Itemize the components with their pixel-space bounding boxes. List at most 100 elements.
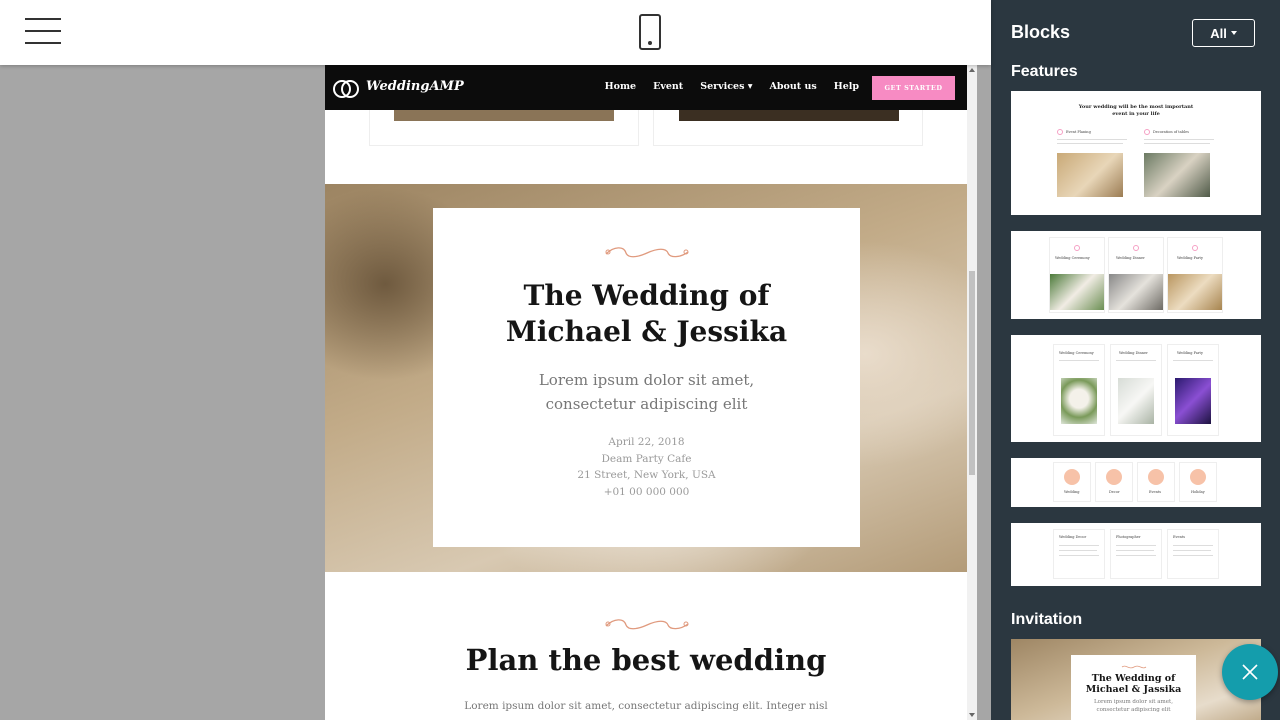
- thumb-label: Photographer: [1116, 535, 1141, 539]
- thumb-label: Wedding Dinner: [1116, 256, 1145, 260]
- close-blocks-button[interactable]: [1222, 644, 1278, 700]
- nav-link-help[interactable]: Help: [834, 81, 859, 92]
- event-venue: Deam Party Cafe: [601, 452, 692, 465]
- editor-canvas-background: [0, 65, 325, 720]
- block-thumbnail[interactable]: Your wedding will be the most important …: [1011, 91, 1261, 215]
- hamburger-icon[interactable]: [25, 18, 61, 44]
- flourish-ornament-icon: [1121, 665, 1146, 669]
- feature-card-image: [394, 110, 614, 121]
- plan-section-title: Plan the best wedding: [465, 643, 827, 677]
- site-preview: WeddingAMP Home Event Services ▾ About u…: [325, 65, 967, 720]
- feature-card-image: [679, 110, 899, 121]
- thumb-text-line: [1116, 555, 1156, 556]
- thumb-photo: [1144, 153, 1210, 197]
- heart-icon: [1057, 129, 1063, 135]
- thumb-label: Event Planing: [1066, 130, 1091, 134]
- block-thumbnail[interactable]: Wedding Ceremony Wedding Dinner Wedding …: [1011, 335, 1261, 442]
- get-started-button[interactable]: GET STARTED: [872, 76, 955, 100]
- thumb-text-line: [1116, 545, 1156, 546]
- mobile-phone-icon[interactable]: [639, 14, 661, 50]
- star-icon: [1144, 129, 1150, 135]
- thumb-text-line: [1059, 545, 1099, 546]
- thumb-subtitle-line: consectetur adipiscing elit: [1096, 706, 1171, 713]
- scroll-down-arrow-icon[interactable]: [969, 713, 975, 717]
- thumb-text-line: [1144, 139, 1214, 140]
- thumb-label: Wedding: [1064, 490, 1080, 494]
- brush-icon: [1106, 469, 1122, 485]
- site-nav-links: Home Event Services ▾ About us Help: [605, 81, 859, 92]
- editor-toolbar: [0, 0, 991, 65]
- calendar-icon: [1148, 469, 1164, 485]
- event-date: April 22, 2018: [608, 436, 685, 448]
- thumb-photo: [1168, 274, 1222, 310]
- thumb-text-line: [1173, 550, 1211, 551]
- thumb-label: Wedding Ceremony: [1059, 351, 1094, 355]
- block-thumbnail[interactable]: Wedding Decor Photographer Events: [1011, 523, 1261, 586]
- nav-link-services[interactable]: Services ▾: [700, 81, 752, 92]
- preview-scrollbar[interactable]: [967, 65, 977, 720]
- thumb-label: Events: [1149, 490, 1162, 494]
- invitation-title-line: Michael & Jessika: [505, 315, 788, 348]
- thumb-label: Decor: [1109, 490, 1120, 494]
- nav-link-home[interactable]: Home: [605, 81, 636, 92]
- site-brand[interactable]: WeddingAMP: [366, 79, 464, 94]
- block-thumbnail[interactable]: Wedding Decor Events Holiday: [1011, 458, 1261, 507]
- thumb-invitation-card: The Wedding of Michael & Jassika Lorem i…: [1071, 655, 1196, 720]
- plan-section-text: Lorem ipsum dolor sit amet, consectetur …: [464, 700, 828, 712]
- thumb-text-line: [1116, 360, 1156, 361]
- invitation-title: The Wedding of Michael & Jessika: [433, 278, 860, 350]
- rings-logo-icon: [333, 74, 361, 102]
- thumb-label: Decoration of tables: [1153, 130, 1189, 134]
- thumb-photo: [1061, 378, 1097, 424]
- thumb-label: Wedding Decor: [1059, 535, 1087, 539]
- invitation-card: The Wedding of Michael & Jessika Lorem i…: [433, 208, 860, 547]
- block-thumbnail[interactable]: Wedding Ceremony Wedding Dinner Wedding …: [1011, 231, 1261, 319]
- flourish-ornament-icon: [605, 247, 688, 258]
- invitation-hero: The Wedding of Michael & Jessika Lorem i…: [325, 184, 967, 572]
- section-heading-invitation: Invitation: [1011, 611, 1083, 628]
- thumb-subtitle-line: Lorem ipsum dolor sit amet,: [1094, 699, 1173, 705]
- nav-link-about[interactable]: About us: [770, 81, 817, 92]
- invitation-subtitle-line: consectetur adipiscing elit: [545, 395, 748, 413]
- thumb-text-line: [1173, 555, 1213, 556]
- blocks-sidebar: Blocks All Features Your wedding will be…: [991, 0, 1280, 720]
- thumb-heading-line: Your wedding will be the most important: [1078, 104, 1194, 110]
- invitation-subtitle: Lorem ipsum dolor sit amet, consectetur …: [433, 368, 860, 416]
- thumb-photo: [1057, 153, 1123, 197]
- thumb-heading-line: event in your life: [1112, 111, 1160, 117]
- flourish-ornament-icon: [605, 619, 689, 630]
- thumb-text-line: [1173, 545, 1213, 546]
- thumb-text-line: [1144, 143, 1210, 144]
- thumb-photo: [1050, 274, 1104, 310]
- sidebar-title: Blocks: [1011, 22, 1071, 42]
- thumb-invitation-title: The Wedding of Michael & Jassika: [1071, 673, 1196, 695]
- event-phone: +01 00 000 000: [603, 485, 690, 498]
- thumb-photo: [1175, 378, 1211, 424]
- thumb-text-line: [1057, 143, 1123, 144]
- thumb-label: Wedding Party: [1177, 256, 1203, 260]
- filter-label: All: [1210, 25, 1227, 41]
- thumb-photo: [1109, 274, 1163, 310]
- thumb-label: Wedding Party: [1177, 351, 1203, 355]
- blocks-filter-dropdown[interactable]: All: [1192, 19, 1255, 47]
- thumb-photo: [1118, 378, 1154, 424]
- invitation-title-line: The Wedding of: [523, 279, 770, 312]
- gift-icon: [1133, 245, 1139, 251]
- thumb-text-line: [1173, 360, 1213, 361]
- section-heading-features: Features: [1011, 63, 1078, 80]
- thumb-text-line: [1059, 555, 1099, 556]
- scrollbar-thumb[interactable]: [969, 271, 975, 475]
- invitation-details: April 22, 2018 Deam Party Cafe 21 Street…: [433, 434, 860, 500]
- site-navbar: WeddingAMP Home Event Services ▾ About u…: [325, 65, 967, 110]
- nav-link-event[interactable]: Event: [653, 81, 683, 92]
- invitation-subtitle-line: Lorem ipsum dolor sit amet,: [538, 371, 755, 389]
- heart-icon: [1074, 245, 1080, 251]
- event-address: 21 Street, New York, USA: [577, 469, 716, 481]
- editor-canvas-background: [977, 65, 991, 720]
- caret-down-icon: [1230, 31, 1237, 35]
- thumb-text-line: [1059, 550, 1097, 551]
- thumb-text-line: [1116, 550, 1154, 551]
- star-icon: [1192, 245, 1198, 251]
- heart-icon: [1064, 469, 1080, 485]
- scroll-up-arrow-icon[interactable]: [969, 68, 975, 72]
